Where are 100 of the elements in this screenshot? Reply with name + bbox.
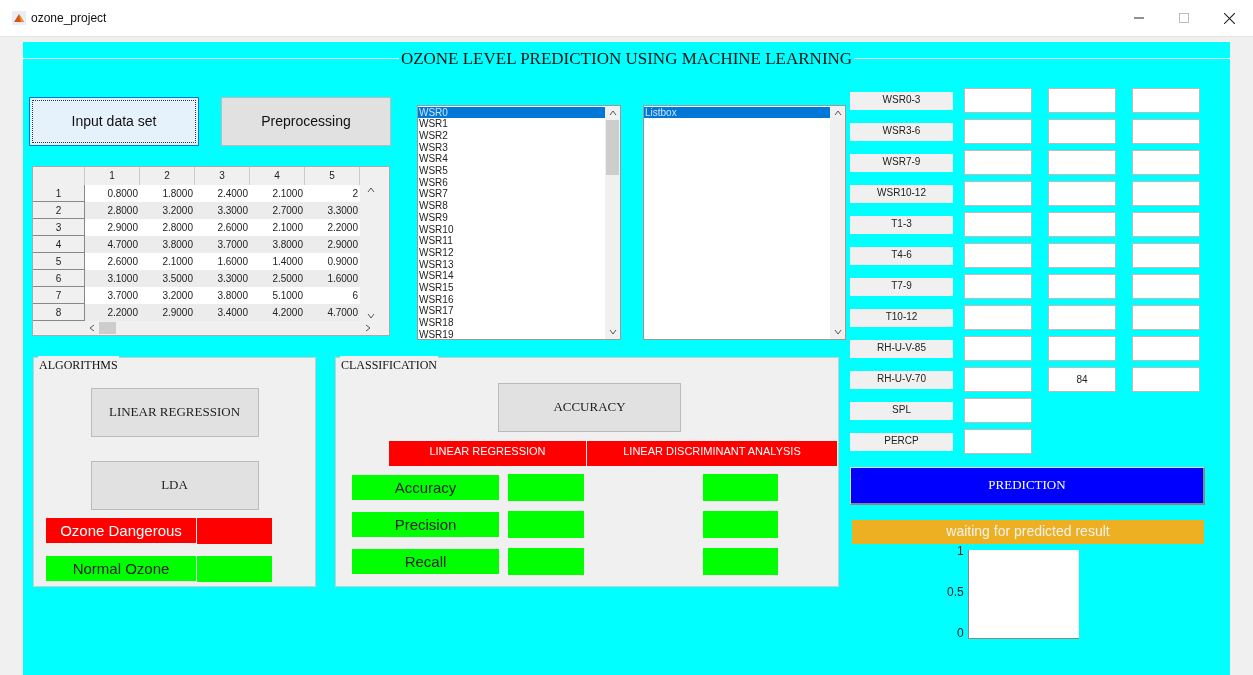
axis-tick-label: 1 <box>956 543 964 558</box>
action-button[interactable]: Preprocessing <box>221 96 391 146</box>
input-field[interactable] <box>964 243 1032 268</box>
input-field[interactable] <box>1048 336 1116 361</box>
list-item[interactable]: WSR18 <box>418 317 605 329</box>
close-icon[interactable] <box>1224 12 1235 24</box>
input-label: RH-U-V-70 <box>850 370 953 389</box>
input-field[interactable] <box>964 88 1032 113</box>
metric-label: Precision <box>352 511 499 537</box>
input-field[interactable] <box>1132 212 1200 237</box>
list-item[interactable]: WSR2 <box>418 129 605 142</box>
app-title: OZONE LEVEL PREDICTION USING MACHINE LEARNING <box>399 48 854 70</box>
list-item[interactable]: WSR3 <box>418 141 605 154</box>
input-label: WSR3-6 <box>850 122 953 141</box>
app-logo-icon <box>12 11 26 25</box>
input-field[interactable] <box>964 274 1032 299</box>
caret-down-icon[interactable] <box>367 312 375 319</box>
list-scrollbar[interactable] <box>830 105 845 339</box>
prediction-button[interactable]: PREDICTION <box>850 466 1205 505</box>
list-item[interactable]: WSR12 <box>418 246 605 259</box>
list-item[interactable]: WSR0 <box>418 106 605 119</box>
input-field[interactable] <box>1048 274 1116 299</box>
input-field[interactable] <box>1048 119 1116 144</box>
action-button[interactable]: LDA <box>90 460 259 510</box>
input-label: T7-9 <box>850 277 953 296</box>
metric-label: Accuracy <box>352 474 499 500</box>
input-field[interactable] <box>964 181 1032 206</box>
input-field[interactable] <box>1048 150 1116 175</box>
list-box[interactable]: WSR0 WSR1 WSR2 WSR3 WSR4 WSR5 WSR6 WSR7 WSR8 WSR9 WSR10 WSR11 WSR12 WSR13 WSR14 WSR15 WSR16 WSR17 WSR18 WSR19 <box>417 104 621 340</box>
input-field[interactable] <box>964 398 1032 423</box>
window-title: ozone_project <box>31 10 107 27</box>
input-field[interactable] <box>1132 181 1200 206</box>
scrollbar-thumb[interactable] <box>99 321 116 334</box>
list-item[interactable]: WSR8 <box>418 200 605 212</box>
input-field[interactable] <box>964 305 1032 330</box>
column-header: 4 <box>250 166 305 185</box>
list-item[interactable]: WSR1 <box>418 118 605 130</box>
action-button[interactable]: Input data set <box>29 96 199 146</box>
metric-label: Recall <box>352 548 499 574</box>
caret-up-icon[interactable] <box>608 109 617 116</box>
input-label: WSR10-12 <box>850 184 953 203</box>
list-scrollbar[interactable] <box>605 105 620 339</box>
input-field[interactable] <box>1132 243 1200 268</box>
action-button[interactable]: ACCURACY <box>498 382 681 432</box>
list-item[interactable]: WSR9 <box>418 211 605 224</box>
list-item[interactable]: WSR19 <box>418 328 605 339</box>
column-header: 2 <box>140 166 195 185</box>
list-item[interactable]: Listbox <box>644 106 830 119</box>
list-item[interactable]: WSR4 <box>418 153 605 165</box>
input-label: SPL <box>850 401 953 420</box>
input-field[interactable] <box>1132 88 1200 113</box>
caret-down-icon[interactable] <box>833 328 842 335</box>
caret-down-icon[interactable] <box>608 328 617 335</box>
input-field[interactable] <box>964 119 1032 144</box>
caret-right-icon[interactable] <box>365 323 371 332</box>
action-button[interactable]: LINEAR REGRESSION <box>90 387 259 437</box>
caret-up-icon[interactable] <box>833 109 842 116</box>
caret-up-icon[interactable] <box>367 186 375 193</box>
input-field[interactable] <box>1132 367 1200 392</box>
table-cell: 2.1000 <box>250 184 305 202</box>
input-field[interactable] <box>1048 305 1116 330</box>
input-field[interactable] <box>1048 181 1116 206</box>
list-item[interactable]: WSR17 <box>418 305 605 318</box>
input-field[interactable] <box>1132 119 1200 144</box>
input-field[interactable] <box>1048 88 1116 113</box>
method-header: LINEAR DISCRIMINANT ANALYSIS <box>587 440 837 466</box>
list-item[interactable]: WSR11 <box>418 235 605 247</box>
input-label: T4-6 <box>850 246 953 265</box>
input-field[interactable] <box>1132 274 1200 299</box>
list-item[interactable]: WSR13 <box>418 258 605 271</box>
maximize-icon[interactable] <box>1179 13 1189 23</box>
column-header: 5 <box>305 166 360 185</box>
input-field[interactable] <box>1132 150 1200 175</box>
input-field[interactable] <box>1048 212 1116 237</box>
input-field[interactable] <box>964 367 1032 392</box>
column-header: 1 <box>85 166 140 185</box>
list-item[interactable]: WSR16 <box>418 293 605 306</box>
input-field[interactable] <box>964 429 1032 454</box>
caret-left-icon[interactable] <box>89 323 95 332</box>
list-box[interactable]: Listbox <box>643 104 846 340</box>
input-field[interactable] <box>1048 243 1116 268</box>
list-item[interactable]: WSR15 <box>418 282 605 294</box>
input-field[interactable] <box>964 212 1032 237</box>
list-item[interactable]: WSR7 <box>418 188 605 201</box>
table-cell: 2 <box>305 184 360 202</box>
status-message: waiting for predicted result <box>852 519 1204 544</box>
list-item[interactable]: WSR14 <box>418 270 605 283</box>
input-label: RH-U-V-85 <box>850 339 953 358</box>
input-field[interactable] <box>964 150 1032 175</box>
list-item[interactable]: WSR6 <box>418 176 605 189</box>
input-field[interactable]: 84 <box>1048 367 1116 392</box>
list-item[interactable]: WSR5 <box>418 165 605 177</box>
input-field[interactable] <box>1132 336 1200 361</box>
table-cell: 1.8000 <box>140 184 195 202</box>
scrollbar-thumb[interactable] <box>606 119 619 175</box>
list-item[interactable]: WSR10 <box>418 223 605 236</box>
input-label: PERCP <box>850 432 953 451</box>
table-cell: 0.8000 <box>85 184 140 202</box>
input-field[interactable] <box>964 336 1032 361</box>
input-field[interactable] <box>1132 305 1200 330</box>
